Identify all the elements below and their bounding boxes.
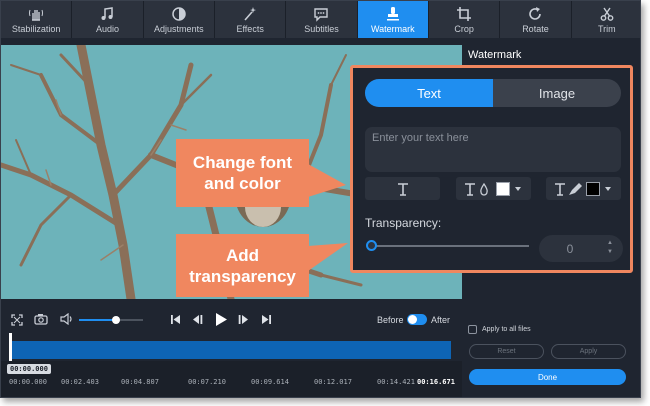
tick-label: 00:14.421 <box>377 378 415 386</box>
tab-label: Crop <box>454 23 474 34</box>
next-frame-icon[interactable] <box>238 314 249 325</box>
video-editor-window: Stabilization Audio Adjustments Effects … <box>0 0 641 398</box>
time-ruler[interactable]: 00:00.000 00:00.000 00:02.403 00:04.807 … <box>1 361 462 397</box>
tab-effects[interactable]: Effects <box>214 1 286 38</box>
fullscreen-icon[interactable] <box>11 314 23 326</box>
tick-label: 00:00.000 <box>9 378 47 386</box>
speech-bubble-icon <box>314 7 329 22</box>
contrast-icon <box>172 6 186 21</box>
current-time-badge: 00:00.000 <box>7 364 51 374</box>
total-duration-label: 00:16.671 <box>417 378 455 386</box>
tick-label: 00:09.614 <box>251 378 289 386</box>
checkbox-box[interactable] <box>468 325 477 334</box>
panel-title: Watermark <box>468 49 522 61</box>
background-color-icon <box>555 182 582 196</box>
tab-text-label: Text <box>417 85 441 101</box>
tab-subtitles[interactable]: Subtitles <box>286 1 357 38</box>
chevron-down-icon <box>515 186 521 191</box>
tool-tabs: Stabilization Audio Adjustments Effects … <box>1 1 640 38</box>
tab-image-label: Image <box>538 85 576 101</box>
tab-watermark[interactable]: Watermark <box>357 1 428 38</box>
callout-font-color-text: Change font and color <box>192 153 293 193</box>
tab-image[interactable]: Image <box>493 79 621 107</box>
skip-to-start-icon[interactable] <box>170 314 181 325</box>
volume-slider-fill <box>79 319 117 321</box>
tab-rotate[interactable]: Rotate <box>500 1 571 38</box>
crop-icon <box>457 6 472 21</box>
scissors-icon <box>600 7 614 21</box>
tab-crop[interactable]: Crop <box>428 1 500 38</box>
spin-up-icon[interactable]: ▲ <box>607 239 613 248</box>
volume-icon[interactable] <box>60 313 74 325</box>
reset-button[interactable]: Reset <box>469 344 544 359</box>
apply-to-all-checkbox[interactable]: Apply to all files <box>468 325 531 334</box>
volume-slider-knob[interactable] <box>112 316 121 324</box>
callout-transparency: Add transparency <box>176 234 309 297</box>
font-icon <box>397 182 408 196</box>
watermark-type-tabs: Text Image <box>365 79 621 107</box>
callout-transparency-pointer <box>308 243 348 271</box>
music-note-icon <box>101 6 114 20</box>
playhead[interactable] <box>9 333 12 361</box>
rotate-icon <box>529 6 542 20</box>
callout-font-color-pointer <box>308 164 346 197</box>
tab-label: Effects <box>236 23 264 34</box>
background-color-button[interactable] <box>546 177 621 200</box>
tab-label: Stabilization <box>11 23 61 34</box>
text-color-icon <box>465 182 488 196</box>
watermark-settings-highlight: Text Image Enter your text here Transpar… <box>350 65 633 273</box>
tick-label: 00:04.807 <box>121 378 159 386</box>
timeline-clip[interactable] <box>9 341 451 359</box>
magic-wand-icon <box>244 6 257 21</box>
tab-audio[interactable]: Audio <box>72 1 143 38</box>
tab-label: Subtitles <box>304 23 339 34</box>
tab-label: Adjustments <box>154 23 204 34</box>
text-color-button[interactable] <box>456 177 531 200</box>
transparency-slider-knob[interactable] <box>366 240 377 251</box>
apply-button[interactable]: Apply <box>551 344 626 359</box>
callout-transparency-text: Add transparency <box>189 245 296 286</box>
tab-label: Audio <box>95 23 119 34</box>
transparency-spinbox[interactable]: 0 ▲ ▼ <box>539 235 623 262</box>
transparency-slider[interactable] <box>371 245 529 247</box>
play-icon[interactable] <box>214 312 228 327</box>
done-button[interactable]: Done <box>469 369 626 385</box>
transparency-value: 0 <box>566 241 574 256</box>
transparency-label: Transparency: <box>365 216 442 230</box>
apply-to-all-label: Apply to all files <box>482 326 531 333</box>
chevron-down-icon <box>605 186 611 191</box>
callout-font-color: Change font and color <box>176 139 309 207</box>
tab-text[interactable]: Text <box>365 79 493 107</box>
skip-to-end-icon[interactable] <box>261 314 272 325</box>
tab-label: Rotate <box>522 23 549 34</box>
spin-down-icon[interactable]: ▼ <box>607 248 613 257</box>
tab-trim[interactable]: Trim <box>571 1 640 38</box>
tick-label: 00:02.403 <box>61 378 99 386</box>
camera-snapshot-icon[interactable] <box>34 313 48 325</box>
tick-label: 00:07.210 <box>188 378 226 386</box>
player-controls: Before After <box>1 299 462 341</box>
apply-label: Apply <box>579 348 598 355</box>
after-label: After <box>431 315 451 325</box>
spin-arrows[interactable]: ▲ ▼ <box>607 239 613 257</box>
hand-stabilization-icon <box>29 9 44 21</box>
background-color-swatch <box>586 181 600 196</box>
text-color-swatch <box>496 181 510 196</box>
before-after-toggle[interactable] <box>407 314 427 325</box>
previous-frame-icon[interactable] <box>192 314 203 325</box>
toggle-knob <box>408 315 417 324</box>
stamp-icon <box>386 6 399 20</box>
reset-label: Reset <box>497 348 516 355</box>
done-label: Done <box>537 372 558 382</box>
tab-adjustments[interactable]: Adjustments <box>143 1 214 38</box>
watermark-text-placeholder: Enter your text here <box>372 132 469 144</box>
tab-label: Watermark <box>370 23 415 34</box>
tab-stabilization[interactable]: Stabilization <box>1 1 72 38</box>
tick-label: 00:12.017 <box>314 378 352 386</box>
font-button[interactable] <box>365 177 440 200</box>
before-label: Before <box>377 315 404 325</box>
volume-slider[interactable] <box>79 316 143 324</box>
watermark-text-input[interactable]: Enter your text here <box>365 127 621 172</box>
tab-label: Trim <box>597 23 616 34</box>
